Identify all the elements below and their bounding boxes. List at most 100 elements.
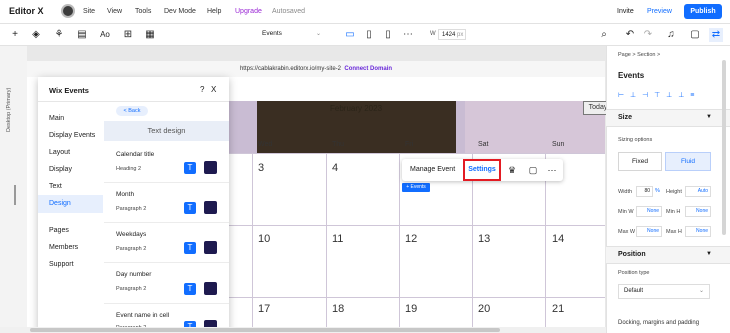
events-tag[interactable]: + Events xyxy=(402,183,430,192)
scrollbar-thumb[interactable] xyxy=(30,328,500,332)
help-icon[interactable]: ? xyxy=(200,85,204,94)
menu-view[interactable]: View xyxy=(107,8,122,15)
menu-dev-mode[interactable]: Dev Mode xyxy=(164,8,196,15)
mobile-icon[interactable]: ▯ xyxy=(381,28,395,42)
nav-item-support[interactable]: Support xyxy=(49,261,74,268)
resize-handle[interactable] xyxy=(14,185,16,205)
height-label: Height xyxy=(666,189,682,195)
max-width-input[interactable]: None xyxy=(636,226,662,237)
more-actions-icon[interactable]: ⋯ xyxy=(546,164,558,176)
notifications-icon[interactable]: ♫ xyxy=(664,28,678,42)
back-button[interactable]: < Back xyxy=(116,106,148,116)
weekday-label: Wed xyxy=(258,141,273,148)
publish-button[interactable]: Publish xyxy=(684,4,722,19)
calendar-header-band xyxy=(456,101,465,153)
grid-line xyxy=(399,153,400,328)
fixed-option[interactable]: Fixed xyxy=(618,152,662,171)
nav-item-text[interactable]: Text xyxy=(49,183,62,190)
nav-item-members[interactable]: Members xyxy=(49,244,78,251)
text-style-button[interactable]: T xyxy=(184,202,196,214)
undo-icon[interactable]: ↶ xyxy=(623,28,637,42)
alignment-icons[interactable]: ⊢ ⊥ ⊣ ⊤ ⊥ ⊥ ≡ xyxy=(618,91,696,101)
media-icon[interactable]: ▦ xyxy=(143,28,157,42)
min-width-input[interactable]: None xyxy=(636,206,662,217)
comment-icon[interactable]: ▢ xyxy=(527,164,539,176)
crown-icon[interactable]: ♛ xyxy=(506,164,518,176)
redo-icon[interactable]: ↷ xyxy=(641,28,655,42)
nav-item-main[interactable]: Main xyxy=(49,115,64,122)
position-type-select[interactable]: Default ⌄ xyxy=(618,284,710,299)
close-icon[interactable]: X xyxy=(211,85,216,94)
zoom-icon[interactable]: ⌕ xyxy=(597,28,611,42)
invite-link[interactable]: Invite xyxy=(617,8,634,15)
sitemap-icon[interactable]: ⚘ xyxy=(52,28,66,42)
max-width-label: Max W xyxy=(618,229,636,235)
menu-help[interactable]: Help xyxy=(207,8,221,15)
layers-icon[interactable]: ◈ xyxy=(29,28,43,42)
nav-item-display-events[interactable]: Display Events xyxy=(49,132,95,139)
day-number[interactable]: 3 xyxy=(258,162,264,174)
text-style-button[interactable]: T xyxy=(184,283,196,295)
inspector-scrollbar[interactable] xyxy=(722,60,726,235)
min-height-input[interactable]: None xyxy=(685,206,711,217)
menu-upgrade[interactable]: Upgrade xyxy=(235,8,262,15)
day-number[interactable]: 12 xyxy=(405,233,417,245)
add-icon[interactable]: + xyxy=(8,28,22,42)
field-font: Paragraph 2 xyxy=(116,246,147,252)
chevron-down-icon[interactable]: ⌄ xyxy=(316,30,321,37)
field-label: Day number xyxy=(116,271,152,278)
site-url-bar: https://cablakrabin.editorx.io/my-site-2… xyxy=(27,61,605,77)
collapse-icon[interactable]: ▼ xyxy=(706,251,712,257)
grid-line xyxy=(229,297,605,298)
nav-item-pages[interactable]: Pages xyxy=(49,227,69,234)
width-unit[interactable]: % xyxy=(655,188,660,194)
day-number[interactable]: 18 xyxy=(332,303,344,315)
color-swatch[interactable] xyxy=(204,161,217,174)
tablet-icon[interactable]: ▯ xyxy=(362,28,376,42)
day-number[interactable]: 11 xyxy=(332,233,343,245)
pages-icon[interactable]: ▤ xyxy=(75,28,89,42)
min-height-label: Min H xyxy=(666,209,681,215)
text-style-button[interactable]: T xyxy=(184,242,196,254)
apps-icon[interactable]: ⊞ xyxy=(121,28,135,42)
more-breakpoints-icon[interactable]: ⋯ xyxy=(401,28,415,42)
text-style-button[interactable]: T xyxy=(184,162,196,174)
day-number[interactable]: 10 xyxy=(258,233,270,245)
day-number[interactable]: 14 xyxy=(552,233,564,245)
day-number[interactable]: 21 xyxy=(552,303,564,315)
collapse-icon[interactable]: ▼ xyxy=(706,114,712,120)
day-number[interactable]: 13 xyxy=(478,233,490,245)
menu-site[interactable]: Site xyxy=(83,8,95,15)
max-height-input[interactable]: None xyxy=(685,226,711,237)
menu-tools[interactable]: Tools xyxy=(135,8,151,15)
fluid-option[interactable]: Fluid xyxy=(665,152,711,171)
connect-domain-link[interactable]: Connect Domain xyxy=(344,66,392,72)
canvas-width-input[interactable]: 1424 px xyxy=(438,29,466,40)
height-input[interactable]: Auto xyxy=(685,186,711,197)
day-number[interactable]: 4 xyxy=(332,162,338,174)
page-select[interactable]: Events xyxy=(262,30,282,37)
manage-event-button[interactable]: Manage Event xyxy=(410,166,455,173)
text-theme-icon[interactable]: Ao xyxy=(98,28,112,42)
nav-item-layout[interactable]: Layout xyxy=(49,149,70,156)
comments-icon[interactable]: ▢ xyxy=(688,28,702,42)
color-swatch[interactable] xyxy=(204,241,217,254)
nav-item-design[interactable]: Design xyxy=(49,200,71,207)
width-input[interactable]: 80 xyxy=(636,186,653,197)
color-swatch[interactable] xyxy=(204,282,217,295)
site-avatar-icon[interactable] xyxy=(61,4,75,18)
field-label: Event name in cell xyxy=(116,312,170,319)
day-number[interactable]: 17 xyxy=(258,303,270,315)
day-number[interactable]: 19 xyxy=(405,303,417,315)
position-type-label: Position type xyxy=(618,270,650,276)
nav-item-display[interactable]: Display xyxy=(49,166,72,173)
settings-button[interactable]: Settings xyxy=(463,159,501,181)
breadcrumb[interactable]: Page > Section > xyxy=(618,52,660,58)
position-type-value: Default xyxy=(624,288,644,294)
inspector-toggle-icon[interactable]: ⇄ xyxy=(709,28,723,42)
desktop-icon[interactable]: ▭ xyxy=(343,28,357,42)
min-width-label: Min W xyxy=(618,209,634,215)
day-number[interactable]: 20 xyxy=(478,303,490,315)
color-swatch[interactable] xyxy=(204,201,217,214)
preview-link[interactable]: Preview xyxy=(647,8,672,15)
